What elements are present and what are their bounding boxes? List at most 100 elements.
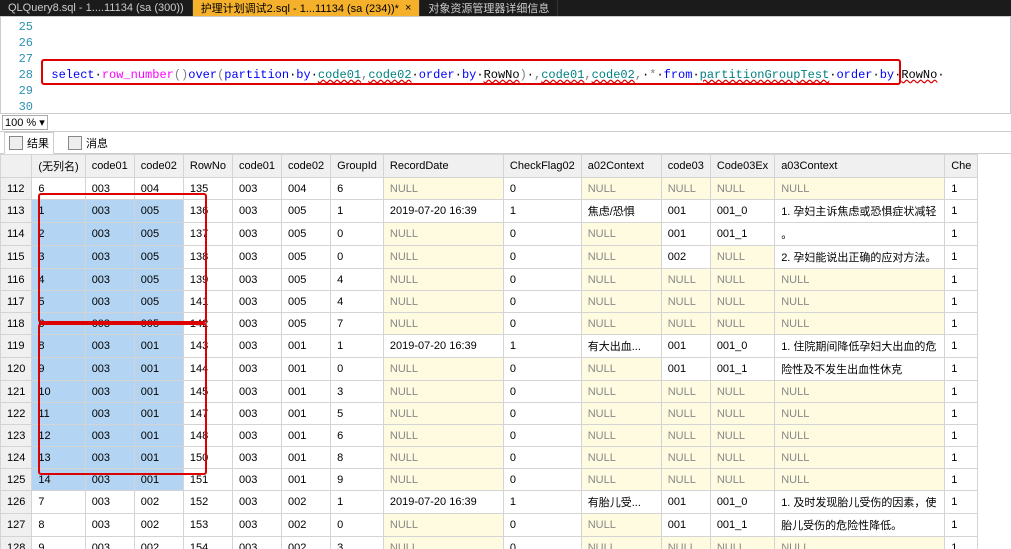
cell[interactable]: 6 — [331, 425, 384, 447]
cell[interactable]: 10 — [32, 381, 85, 403]
cell[interactable]: 8 — [331, 447, 384, 469]
cell[interactable]: NULL — [581, 514, 661, 537]
cell[interactable]: 001 — [661, 223, 710, 246]
cell[interactable]: NULL — [661, 537, 710, 549]
cell[interactable]: 137 — [183, 223, 232, 246]
tab-messages[interactable]: 消息 — [64, 133, 112, 153]
cell[interactable]: 0 — [503, 269, 581, 291]
cell[interactable]: 0 — [503, 246, 581, 269]
cell[interactable]: 有胎儿受... — [581, 491, 661, 514]
column-header[interactable]: code03 — [661, 155, 710, 178]
cell[interactable]: NULL — [710, 246, 774, 269]
cell[interactable]: 003 — [85, 178, 134, 200]
cell[interactable]: 136 — [183, 200, 232, 223]
cell[interactable]: NULL — [661, 269, 710, 291]
column-header[interactable]: Code03Ex — [710, 155, 774, 178]
cell[interactable]: 005 — [282, 269, 331, 291]
cell[interactable]: 1 — [331, 491, 384, 514]
cell[interactable]: 6 — [32, 178, 85, 200]
cell[interactable]: 1 — [945, 403, 978, 425]
cell[interactable]: 1 — [331, 200, 384, 223]
cell[interactable]: NULL — [383, 358, 503, 381]
cell[interactable]: 001_1 — [710, 514, 774, 537]
cell[interactable]: 003 — [85, 223, 134, 246]
cell[interactable]: NULL — [710, 469, 774, 491]
cell[interactable]: 001_0 — [710, 335, 774, 358]
column-header[interactable]: (无列名) — [32, 155, 85, 178]
cell[interactable]: 150 — [183, 447, 232, 469]
cell[interactable]: 0 — [503, 425, 581, 447]
table-row[interactable]: 123120030011480030016NULL0NULLNULLNULLNU… — [1, 425, 978, 447]
cell[interactable]: 138 — [183, 246, 232, 269]
cell[interactable]: NULL — [661, 403, 710, 425]
cell[interactable]: 001 — [134, 469, 183, 491]
cell[interactable]: 003 — [85, 514, 134, 537]
cell[interactable]: NULL — [710, 313, 774, 335]
cell[interactable]: 003 — [85, 469, 134, 491]
cell[interactable]: NULL — [661, 447, 710, 469]
close-icon[interactable]: × — [405, 2, 411, 14]
cell[interactable]: 1 — [945, 223, 978, 246]
column-header[interactable]: code02 — [134, 155, 183, 178]
results-grid-wrap[interactable]: (无列名)code01code02RowNocode01code02GroupI… — [0, 154, 1011, 549]
table-row[interactable]: 125140030011510030019NULL0NULLNULLNULLNU… — [1, 469, 978, 491]
cell[interactable]: NULL — [581, 537, 661, 549]
cell[interactable]: 有大出血... — [581, 335, 661, 358]
cell[interactable]: 002 — [282, 491, 331, 514]
cell[interactable]: 151 — [183, 469, 232, 491]
cell[interactable]: 2. 孕妇能说出正确的应对方法。 — [775, 246, 945, 269]
cell[interactable]: 1. 住院期间降低孕妇大出血的危 — [775, 335, 945, 358]
cell[interactable]: 002 — [134, 537, 183, 549]
cell[interactable]: NULL — [661, 291, 710, 313]
sql-editor[interactable]: 252627282930 select·row_number()over(par… — [0, 16, 1011, 114]
cell[interactable]: 焦虑/恐惧 — [581, 200, 661, 223]
cell[interactable]: 142 — [183, 313, 232, 335]
cell[interactable]: 8 — [32, 514, 85, 537]
cell[interactable]: 135 — [183, 178, 232, 200]
cell[interactable]: NULL — [710, 178, 774, 200]
column-header[interactable]: RowNo — [183, 155, 232, 178]
cell[interactable]: 003 — [232, 358, 281, 381]
cell[interactable]: 9 — [331, 469, 384, 491]
cell[interactable]: 6 — [331, 178, 384, 200]
cell[interactable]: 005 — [134, 200, 183, 223]
cell[interactable]: 0 — [503, 537, 581, 549]
cell[interactable]: 005 — [282, 223, 331, 246]
table-row[interactable]: 113100300513600300512019-07-20 16:391焦虑/… — [1, 200, 978, 223]
cell[interactable]: 14 — [32, 469, 85, 491]
cell[interactable]: 003 — [232, 313, 281, 335]
cell[interactable]: NULL — [383, 469, 503, 491]
cell[interactable]: 144 — [183, 358, 232, 381]
column-header[interactable]: code01 — [232, 155, 281, 178]
table-row[interactable]: 124130030011500030018NULL0NULLNULLNULLNU… — [1, 447, 978, 469]
cell[interactable]: 001_1 — [710, 358, 774, 381]
cell[interactable]: 0 — [503, 381, 581, 403]
column-header[interactable]: CheckFlag02 — [503, 155, 581, 178]
cell[interactable]: 003 — [232, 291, 281, 313]
cell[interactable]: NULL — [383, 223, 503, 246]
cell[interactable]: 001_0 — [710, 491, 774, 514]
cell[interactable]: 3 — [331, 537, 384, 549]
cell[interactable]: 002 — [661, 246, 710, 269]
cell[interactable]: 1 — [945, 335, 978, 358]
cell[interactable]: 0 — [503, 469, 581, 491]
cell[interactable]: 003 — [232, 491, 281, 514]
cell[interactable]: NULL — [710, 269, 774, 291]
cell[interactable]: 005 — [282, 246, 331, 269]
table-row[interactable]: 12890030021540030023NULL0NULLNULLNULLNUL… — [1, 537, 978, 549]
table-row[interactable]: 122110030011470030015NULL0NULLNULLNULLNU… — [1, 403, 978, 425]
cell[interactable]: NULL — [661, 178, 710, 200]
cell[interactable]: 0 — [503, 403, 581, 425]
cell[interactable]: 2019-07-20 16:39 — [383, 491, 503, 514]
editor-tab[interactable]: QLQuery8.sql - 1....11134 (sa (300)) — [0, 0, 193, 16]
cell[interactable]: 141 — [183, 291, 232, 313]
cell[interactable]: 1 — [945, 425, 978, 447]
table-row[interactable]: 12780030021530030020NULL0NULL001001_1胎儿受… — [1, 514, 978, 537]
cell[interactable]: 001 — [661, 514, 710, 537]
cell[interactable]: 1 — [945, 200, 978, 223]
cell[interactable]: 005 — [134, 246, 183, 269]
cell[interactable]: 险性及不发生出血性休克 — [775, 358, 945, 381]
table-row[interactable]: 11640030051390030054NULL0NULLNULLNULLNUL… — [1, 269, 978, 291]
cell[interactable]: NULL — [581, 381, 661, 403]
cell[interactable]: 胎儿受伤的危险性降低。 — [775, 514, 945, 537]
